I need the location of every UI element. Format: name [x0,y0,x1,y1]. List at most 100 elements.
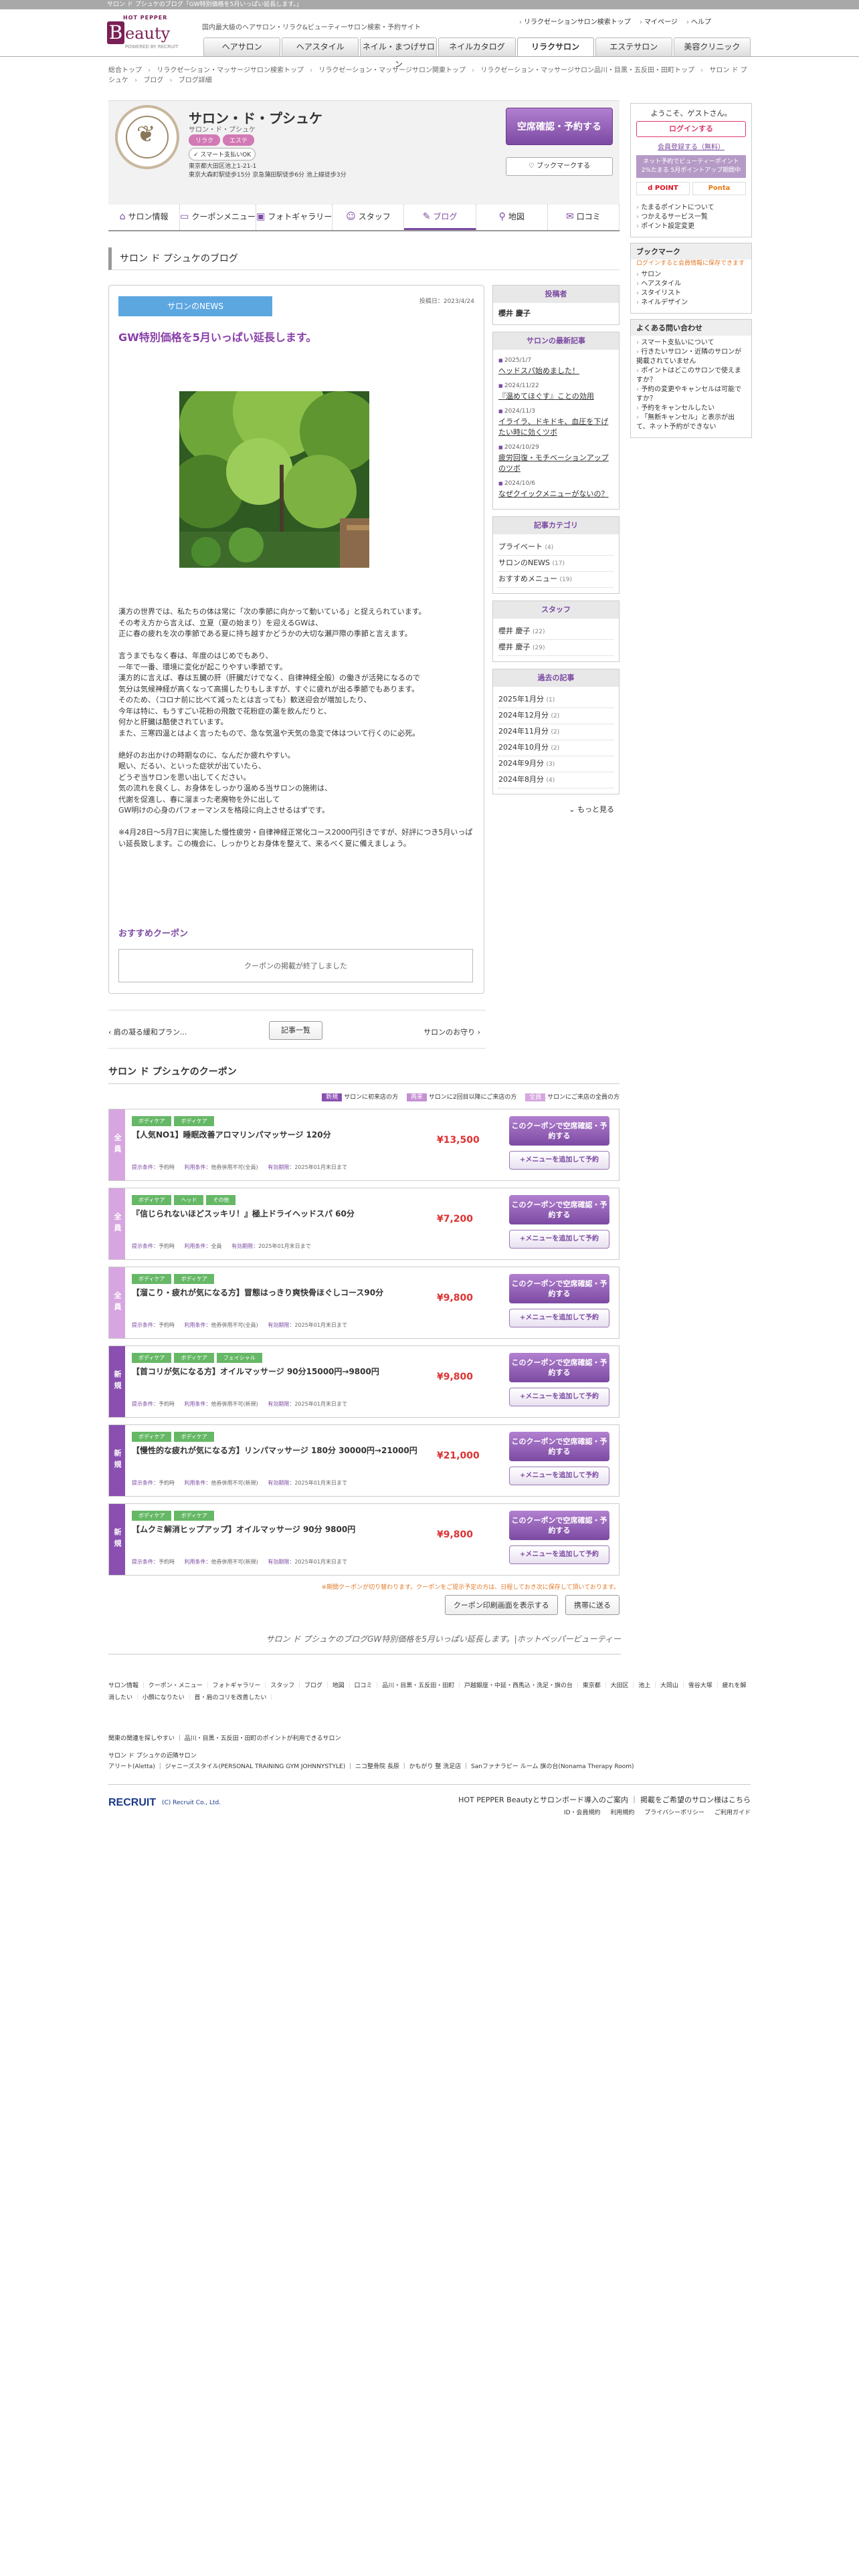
help-link[interactable]: ヘルプ [686,19,711,26]
author-name[interactable]: 櫻井 慶子 [493,303,619,324]
archive-link[interactable]: 2024年11月分 (2) [498,724,613,740]
bookmark-stylist-link[interactable]: スタイリスト [636,289,746,298]
tab-blog[interactable]: ✎ ブログ [404,205,476,230]
nav-hair-style[interactable]: ヘアスタイル [282,37,359,56]
coupon-add-menu-button[interactable]: +メニューを追加して予約 [509,1545,609,1564]
coupon-reserve-button[interactable]: このクーポンで空席確認・予約する [509,1353,609,1382]
faq-link[interactable]: 予約をキャンセルしたい [636,404,746,413]
reserve-button[interactable]: 空席確認・予約する [506,108,613,145]
coupon-add-menu-button[interactable]: +メニューを追加して予約 [509,1388,609,1406]
archive-link[interactable]: 2024年8月分 (4) [498,772,613,788]
footer-link[interactable]: ブログ [304,1683,332,1689]
archive-link[interactable]: 2024年10月分 (2) [498,740,613,756]
recent-post[interactable]: 2024/11/22『温めてほぐす』ことの効用 [498,381,613,402]
tab-photo-gallery[interactable]: ▣ フォトギャラリー [256,205,333,230]
footer-link[interactable]: フォトギャラリー [213,1683,271,1689]
next-article-link[interactable]: サロンのお守り › [423,1027,480,1037]
hotpepper-beauty-logo[interactable]: HOT PEPPER B eauty POWERED BY RECRUIT [107,15,181,56]
footer-link[interactable]: サロン情報 [108,1683,149,1689]
tab-staff[interactable]: ☺ スタッフ [332,205,405,230]
recent-post[interactable]: 2024/10/29疲労回復・モチベーションアップのツボ [498,442,613,474]
nearby-salons[interactable]: アリート(Aletta) ｜ ジャニーズスタイル(PERSONAL TRAINI… [108,1761,751,1772]
privacy-link[interactable]: プライバシーポリシー [644,1810,704,1816]
footer-link[interactable]: 小顔になりたい [142,1695,195,1701]
breadcrumb-item[interactable]: リラクゼーション・マッサージサロン関東トップ [318,67,478,74]
nav-relax-salon[interactable]: リラクサロン [516,37,594,56]
archive-link[interactable]: 2024年12月分 (2) [498,708,613,724]
point-setting-link[interactable]: ポイント設定変更 [636,222,746,231]
bookmark-salon-link[interactable]: サロン [636,270,746,280]
bookmark-nail-link[interactable]: ネイルデザイン [636,298,746,308]
terms-link[interactable]: 利用規約 [610,1810,634,1816]
recent-post[interactable]: 2025/1/7ヘッドスパ始めました！ [498,355,613,377]
breadcrumb-item[interactable]: ブログ [143,77,176,84]
guide-link[interactable]: ご利用ガイド [714,1810,751,1816]
footer-link[interactable]: 大田区 [611,1683,639,1689]
coupon-reserve-button[interactable]: このクーポンで空席確認・予約する [509,1195,609,1224]
recent-post[interactable]: 2024/10/6なぜクイックメニューがないの？ [498,478,613,500]
tab-coupon-menu[interactable]: ▭ クーポンメニュー [180,205,257,230]
relax-top-link[interactable]: リラクゼーションサロン検索トップ [519,19,631,26]
footer-link[interactable]: 大岡山 [660,1683,688,1689]
recruit-logo[interactable]: RECRUIT [108,1797,156,1809]
nav-nail-salon[interactable]: ネイル・まつげサロン [360,37,438,69]
send-to-mobile-button[interactable]: 携帯に送る [565,1595,619,1615]
breadcrumb-item[interactable]: 総合トップ [108,67,155,74]
tab-salon-info[interactable]: ⌂ サロン情報 [108,205,181,230]
bookmark-button[interactable]: ♡ ブックマークする [506,157,613,176]
archive-link[interactable]: 2024年9月分 (3) [498,756,613,772]
nav-nail-catalog[interactable]: ネイルカタログ [438,37,516,56]
point-info-link[interactable]: たまるポイントについて [636,203,746,213]
footer-link[interactable]: 池上 [638,1683,660,1689]
faq-link[interactable]: スマート支払いについて [636,338,746,348]
coupon-add-menu-button[interactable]: +メニューを追加して予約 [509,1309,609,1327]
nav-esthe-salon[interactable]: エステサロン [595,37,672,56]
footer-link[interactable]: 戸越銀座・中延・西馬込・洗足・旗の台 [464,1683,583,1689]
service-list-link[interactable]: つかえるサービス一覧 [636,213,746,222]
archive-link[interactable]: 2025年1月分 (1) [498,692,613,708]
footer-link[interactable]: 口コミ [355,1683,383,1689]
coupon-add-menu-button[interactable]: +メニューを追加して予約 [509,1467,609,1485]
footer-link[interactable]: スタッフ [270,1683,304,1689]
salonboard-link[interactable]: HOT PEPPER Beautyとサロンボード導入のご案内 ｜ 掲載をご希望の… [458,1794,751,1805]
footer-link[interactable]: 地図 [332,1683,355,1689]
recent-post[interactable]: 2024/11/3イライラ、ドキドキ、血圧を下げたい時に効くツボ [498,406,613,438]
article-category[interactable]: サロンのNEWS [118,296,272,316]
faq-link[interactable]: 行きたいサロン・近隣のサロンが掲載されていません [636,348,746,366]
coupon-reserve-button[interactable]: このクーポンで空席確認・予約する [509,1511,609,1540]
print-coupon-button[interactable]: クーポン印刷画面を表示する [444,1595,558,1615]
tab-reviews[interactable]: ✉ 口コミ [548,205,619,230]
article-list-button[interactable]: 記事一覧 [269,1021,322,1040]
register-link[interactable]: 会員登録する（無料） [631,141,751,151]
more-archive-link[interactable]: ⌄ もっと見る [492,801,619,817]
coupon-reserve-button[interactable]: このクーポンで空席確認・予約する [509,1432,609,1461]
coupon-reserve-button[interactable]: このクーポンで空席確認・予約する [509,1116,609,1146]
category-link[interactable]: サロンのNEWS (17) [498,556,613,572]
tab-map[interactable]: ⚲ 地図 [476,205,548,230]
prev-article-link[interactable]: ‹ 肩の凝る緩和プラン... [108,1027,187,1037]
category-link[interactable]: おすすめメニュー (19) [498,572,613,588]
staff-link[interactable]: 櫻井 慶子 (29) [498,640,613,656]
footer-link[interactable]: 品川・目黒・五反田・田町 [382,1683,464,1689]
coupon-add-menu-button[interactable]: +メニューを追加して予約 [509,1230,609,1249]
point-promo-banner[interactable]: ネット予約でビューティーポイント2%たまる 5月ポイントアップ期間中 [636,155,746,178]
area-link[interactable]: 関東の関連を探しやすい ｜ 品川・目黒・五反田・田町のポイントが利用できるサロン [108,1733,751,1744]
breadcrumb-item[interactable]: リラクゼーション・マッサージサロン検索トップ [157,67,316,74]
breadcrumb-item[interactable]: リラクゼーション・マッサージサロン品川・目黒・五反田・田町トップ [480,67,707,74]
staff-link[interactable]: 櫻井 慶子 (22) [498,624,613,640]
footer-link[interactable]: 東京都 [583,1683,611,1689]
footer-link[interactable]: クーポン・メニュー [149,1683,213,1689]
member-terms-link[interactable]: ID・会員規約 [564,1810,601,1816]
faq-link[interactable]: ポイントはどこのサロンで使えますか？ [636,366,746,385]
coupon-add-menu-button[interactable]: +メニューを追加して予約 [509,1151,609,1170]
coupon-reserve-button[interactable]: このクーポンで空席確認・予約する [509,1274,609,1303]
faq-link[interactable]: 予約の変更やキャンセルは可能ですか？ [636,385,746,404]
category-link[interactable]: プライベート (4) [498,540,613,556]
login-button[interactable]: ログインする [636,121,746,137]
bookmark-hairstyle-link[interactable]: ヘアスタイル [636,280,746,289]
footer-link[interactable]: 雪谷大塚 [688,1683,723,1689]
nav-beauty-clinic[interactable]: 美容クリニック [673,37,751,56]
faq-link[interactable]: 「無断キャンセル」と表示が出て、ネット予約ができない [636,413,746,432]
mypage-link[interactable]: マイページ [640,19,678,26]
nav-hair-salon[interactable]: ヘアサロン [203,37,281,56]
